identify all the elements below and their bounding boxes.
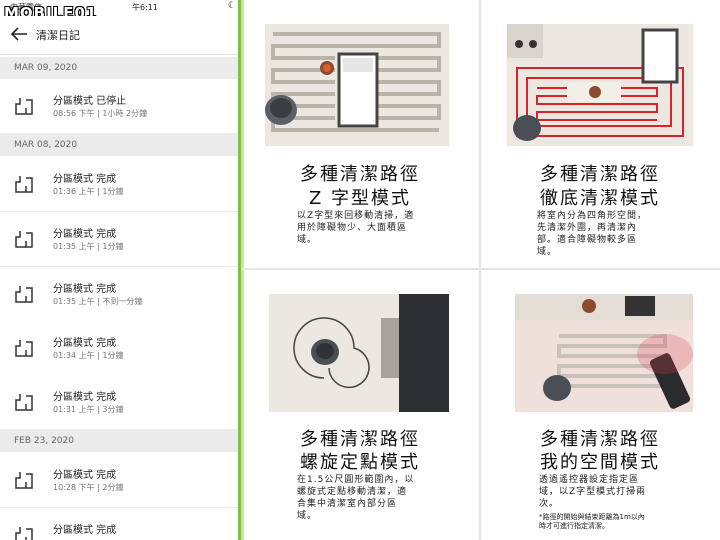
panel-footnote: *路徑的開始與結束距離為1m以內 時才可進行指定清潔。 — [539, 513, 645, 530]
log-mode: 分區模式 完成 — [53, 229, 117, 240]
log-mode: 分區模式 完成 — [53, 284, 117, 295]
panel-title: 多種清潔路徑 — [540, 164, 660, 185]
log-mode: 分區模式 完成 — [53, 174, 117, 185]
log-mode: 分區模式 完成 — [53, 392, 117, 403]
log-row[interactable]: 分區模式 完成 01:35 上午 | 不到一分鐘 — [0, 267, 238, 322]
z-path-illustration — [265, 24, 449, 146]
log-row[interactable]: 分區模式 已停止 08:56 下午 | 1小時 2分鐘 — [0, 79, 238, 134]
log-row[interactable]: 分區模式 完成 01:36 上午 | 1分鐘 — [0, 157, 238, 212]
log-detail: 01:36 上午 | 1分鐘 — [53, 187, 124, 196]
log-detail: 01:31 上午 | 3分鐘 — [53, 405, 124, 414]
panel-subtitle: 徹底清潔模式 — [540, 188, 660, 209]
log-row[interactable]: 分區模式 完成 — [0, 508, 238, 540]
my-space-illustration — [515, 294, 693, 412]
panel-description: 以Z字型來回移動清掃，適 用於障礙物少、大面積區 域。 — [297, 211, 415, 245]
date-section-header: FEB 23, 2020 — [0, 430, 238, 452]
app-header: 清潔日記 — [0, 16, 238, 55]
log-detail: 01:35 上午 | 1分鐘 — [53, 242, 124, 251]
panel-subtitle: Z 字型模式 — [308, 188, 412, 209]
date-section-header: MAR 08, 2020 — [0, 134, 238, 156]
spiral-path-illustration — [269, 294, 449, 412]
moon-icon: ☾ — [228, 1, 237, 11]
panel-spiral-mode: 多種清潔路徑 螺旋定點模式 在1.5公尺圓形範圍內，以 螺旋式定點移動清潔，適 … — [241, 270, 479, 538]
thorough-path-illustration — [507, 24, 693, 146]
page-title: 清潔日記 — [36, 29, 80, 42]
zone-mode-icon — [15, 231, 33, 248]
panel-subtitle: 我的空間模式 — [540, 452, 660, 473]
log-mode: 分區模式 完成 — [53, 470, 117, 481]
log-row[interactable]: 分區模式 完成 01:35 上午 | 1分鐘 — [0, 212, 238, 267]
panel-my-space-mode: 多種清潔路徑 我的空間模式 透過遙控器設定指定區 域，以Z字型模式打掃兩 次。 … — [481, 270, 719, 538]
panel-z-mode: 多種清潔路徑 Z 字型模式 以Z字型來回移動清掃，適 用於障礙物少、大面積區 域… — [241, 0, 479, 268]
zone-mode-icon — [15, 340, 33, 357]
log-detail: 01:34 上午 | 1分鐘 — [53, 351, 124, 360]
log-mode: 分區模式 已停止 — [53, 96, 127, 107]
zone-mode-icon — [15, 394, 33, 411]
log-row[interactable]: 分區模式 完成 10:28 下午 | 2分鐘 — [0, 453, 238, 508]
panel-thorough-mode: 多種清潔路徑 徹底清潔模式 將室內分為四角形空間， 先清潔外圍，再清潔內 部。適… — [481, 0, 719, 268]
panel-description: 透過遙控器設定指定區 域，以Z字型模式打掃兩 次。 — [539, 475, 647, 509]
back-arrow-icon[interactable] — [10, 26, 28, 42]
log-detail: 08:56 下午 | 1小時 2分鐘 — [53, 109, 148, 118]
log-mode: 分區模式 完成 — [53, 525, 117, 536]
log-mode: 分區模式 完成 — [53, 338, 117, 349]
zone-mode-icon — [15, 98, 33, 115]
log-detail: 01:35 上午 | 不到一分鐘 — [53, 297, 143, 306]
log-detail: 10:28 下午 | 2分鐘 — [53, 483, 124, 492]
panel-description: 在1.5公尺圓形範圍內，以 螺旋式定點移動清潔，適 合集中清潔室內部分區 域。 — [297, 475, 415, 521]
status-time: 午6:11 — [132, 3, 158, 12]
zone-mode-icon — [15, 527, 33, 540]
zone-mode-icon — [15, 176, 33, 193]
panel-title: 多種清潔路徑 — [300, 164, 420, 185]
cleaning-modes-infographic: 多種清潔路徑 Z 字型模式 以Z字型來回移動清掃，適 用於障礙物少、大面積區 域… — [241, 0, 720, 540]
log-row[interactable]: 分區模式 完成 01:34 上午 | 1分鐘 — [0, 321, 238, 376]
panel-subtitle: 螺旋定點模式 — [300, 452, 420, 473]
date-section-header: MAR 09, 2020 — [0, 57, 238, 79]
log-row[interactable]: 分區模式 完成 01:31 上午 | 3分鐘 — [0, 375, 238, 430]
zone-mode-icon — [15, 472, 33, 489]
zone-mode-icon — [15, 286, 33, 303]
cleaning-log-screen: 中華電信 午6:11 ☾ MOBILE01 清潔日記 MAR 09, 2020 … — [0, 0, 238, 540]
panel-description: 將室內分為四角形空間， 先清潔外圍，再清潔內 部。適合障礙物較多區 域。 — [537, 211, 648, 257]
